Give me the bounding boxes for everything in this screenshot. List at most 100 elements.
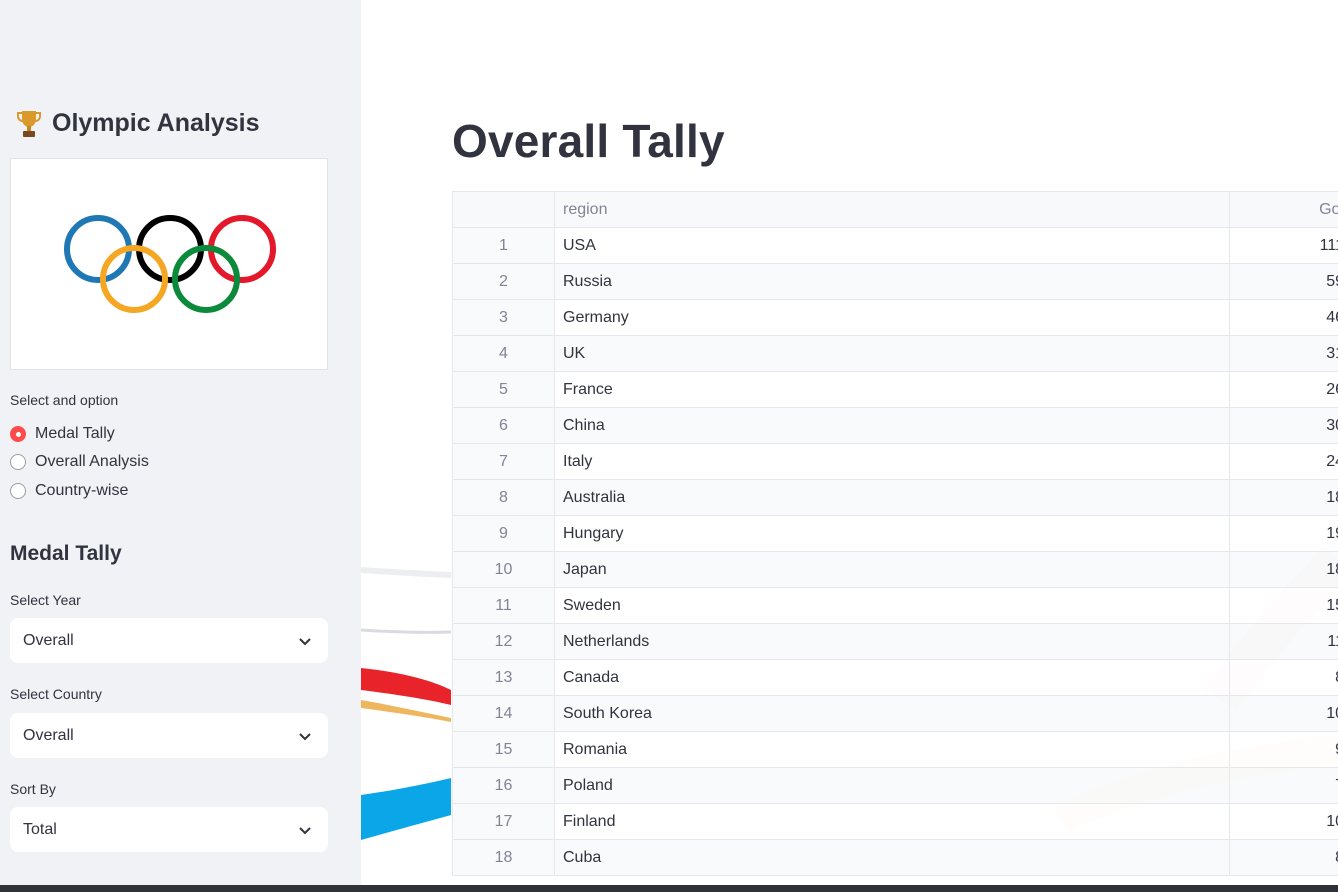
gold-cell[interactable]: 59: [1229, 263, 1338, 300]
row-index-cell[interactable]: 18: [452, 839, 555, 876]
region-cell[interactable]: Japan: [554, 551, 1230, 588]
gold-cell[interactable]: 31: [1229, 335, 1338, 372]
region-cell[interactable]: Poland: [554, 767, 1230, 804]
select-year-dropdown[interactable]: Overall: [10, 618, 328, 663]
table-row[interactable]: 10Japan18: [452, 551, 1338, 588]
gold-cell[interactable]: 111: [1229, 227, 1338, 264]
gold-cell[interactable]: 8: [1229, 839, 1338, 876]
radio-medal-tally[interactable]: Medal Tally: [10, 425, 115, 443]
region-cell[interactable]: Italy: [554, 443, 1230, 480]
row-index-cell[interactable]: 17: [452, 803, 555, 840]
table-row[interactable]: 17Finland10: [452, 803, 1338, 840]
row-index-cell[interactable]: 3: [452, 299, 555, 336]
trophy-icon: [17, 111, 41, 137]
region-cell[interactable]: Russia: [554, 263, 1230, 300]
medal-tally-table[interactable]: region Gol 1USA1112Russia593Germany464UK…: [452, 191, 1338, 876]
row-index-cell[interactable]: 12: [452, 623, 555, 660]
table-row[interactable]: 5France26: [452, 371, 1338, 408]
region-cell[interactable]: China: [554, 407, 1230, 444]
table-row[interactable]: 2Russia59: [452, 263, 1338, 300]
row-index-cell[interactable]: 6: [452, 407, 555, 444]
row-index-cell[interactable]: 14: [452, 695, 555, 732]
region-cell[interactable]: Netherlands: [554, 623, 1230, 660]
radio-selected-indicator[interactable]: [10, 426, 26, 442]
chevron-down-icon: [299, 637, 311, 645]
table-row[interactable]: 7Italy24: [452, 443, 1338, 480]
table-row[interactable]: 14South Korea10: [452, 695, 1338, 732]
region-cell[interactable]: Germany: [554, 299, 1230, 336]
row-index-cell[interactable]: 5: [452, 371, 555, 408]
region-cell[interactable]: Canada: [554, 659, 1230, 696]
table-row[interactable]: 3Germany46: [452, 299, 1338, 336]
row-index-cell[interactable]: 1: [452, 227, 555, 264]
row-index-cell[interactable]: 16: [452, 767, 555, 804]
region-cell[interactable]: Cuba: [554, 839, 1230, 876]
gold-cell[interactable]: 18: [1229, 551, 1338, 588]
row-index-cell[interactable]: 8: [452, 479, 555, 516]
olympic-rings-logo: [64, 215, 276, 313]
table-row[interactable]: 12Netherlands11: [452, 623, 1338, 660]
sort-by-dropdown[interactable]: Total: [10, 807, 328, 852]
gold-cell[interactable]: 30: [1229, 407, 1338, 444]
region-cell[interactable]: South Korea: [554, 695, 1230, 732]
select-country-dropdown[interactable]: Overall: [10, 713, 328, 758]
olympic-logo-image: [10, 158, 328, 370]
radio-indicator[interactable]: [10, 483, 26, 499]
row-index-cell[interactable]: 11: [452, 587, 555, 624]
row-index-cell[interactable]: 2: [452, 263, 555, 300]
select-country-value: Overall: [23, 726, 74, 744]
row-index-cell[interactable]: 7: [452, 443, 555, 480]
gold-cell[interactable]: 18: [1229, 479, 1338, 516]
gold-cell[interactable]: 8: [1229, 659, 1338, 696]
gold-cell[interactable]: 15: [1229, 587, 1338, 624]
radio-indicator[interactable]: [10, 454, 26, 470]
table-row[interactable]: 4UK31: [452, 335, 1338, 372]
table-row[interactable]: 15Romania9: [452, 731, 1338, 768]
region-cell[interactable]: Hungary: [554, 515, 1230, 552]
gold-cell[interactable]: 11: [1229, 623, 1338, 660]
gold-column-header[interactable]: Gol: [1229, 191, 1338, 228]
region-cell[interactable]: Romania: [554, 731, 1230, 768]
table-row[interactable]: 6China30: [452, 407, 1338, 444]
table-row[interactable]: 16Poland7: [452, 767, 1338, 804]
row-index-cell[interactable]: 13: [452, 659, 555, 696]
radio-label: Medal Tally: [35, 425, 115, 442]
table-row[interactable]: 13Canada8: [452, 659, 1338, 696]
radio-label: Overall Analysis: [35, 453, 149, 470]
gold-cell[interactable]: 24: [1229, 443, 1338, 480]
index-column-header: [452, 191, 555, 228]
region-cell[interactable]: Sweden: [554, 587, 1230, 624]
region-cell[interactable]: Finland: [554, 803, 1230, 840]
region-cell[interactable]: UK: [554, 335, 1230, 372]
table-row[interactable]: 1USA111: [452, 227, 1338, 264]
gold-cell[interactable]: 10: [1229, 803, 1338, 840]
radio-group-label: Select and option: [10, 392, 119, 408]
region-cell[interactable]: USA: [554, 227, 1230, 264]
radio-overall-analysis[interactable]: Overall Analysis: [10, 453, 149, 471]
row-index-cell[interactable]: 15: [452, 731, 555, 768]
gold-cell[interactable]: 46: [1229, 299, 1338, 336]
sidebar-title: Olympic Analysis: [16, 108, 260, 138]
table-row[interactable]: 18Cuba8: [452, 839, 1338, 876]
gold-cell[interactable]: 26: [1229, 371, 1338, 408]
row-index-cell[interactable]: 9: [452, 515, 555, 552]
region-cell[interactable]: France: [554, 371, 1230, 408]
table-body: 1USA1112Russia593Germany464UK315France26…: [452, 227, 1338, 876]
select-country-label: Select Country: [10, 686, 102, 702]
region-cell[interactable]: Australia: [554, 479, 1230, 516]
region-column-header[interactable]: region: [554, 191, 1230, 228]
gold-cell[interactable]: 19: [1229, 515, 1338, 552]
sort-by-label: Sort By: [10, 781, 56, 797]
row-index-cell[interactable]: 4: [452, 335, 555, 372]
gold-cell[interactable]: 7: [1229, 767, 1338, 804]
sidebar: Olympic Analysis Select and option Medal…: [0, 0, 361, 885]
table-row[interactable]: 8Australia18: [452, 479, 1338, 516]
row-index-cell[interactable]: 10: [452, 551, 555, 588]
table-row[interactable]: 9Hungary19: [452, 515, 1338, 552]
gold-cell[interactable]: 9: [1229, 731, 1338, 768]
bottom-bar: [0, 885, 1338, 892]
radio-country-wise[interactable]: Country-wise: [10, 482, 128, 500]
table-row[interactable]: 11Sweden15: [452, 587, 1338, 624]
gold-cell[interactable]: 10: [1229, 695, 1338, 732]
main-content: Overall Tally region Gol 1USA1112Russia5…: [361, 0, 1338, 885]
